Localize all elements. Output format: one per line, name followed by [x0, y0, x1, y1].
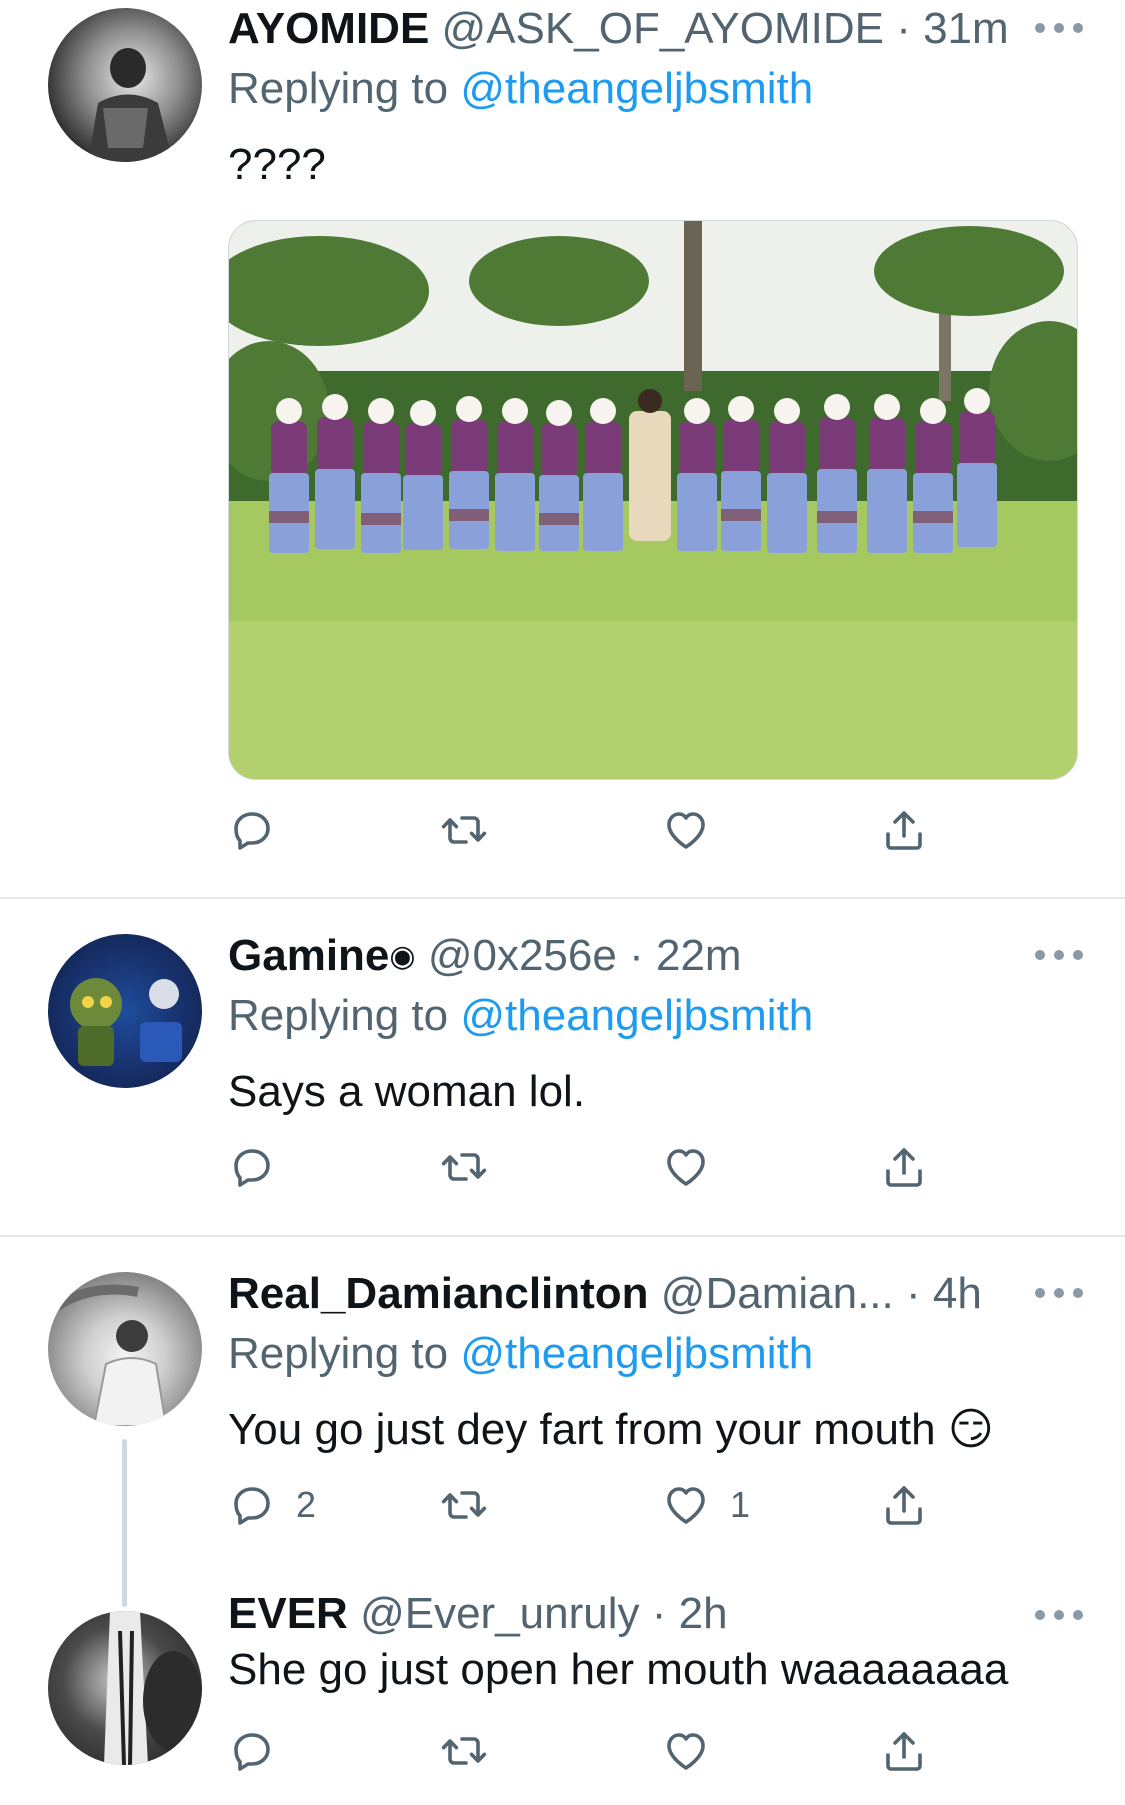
- user-handle[interactable]: @ASK_OF_AYOMIDE: [442, 4, 884, 53]
- retweet-button[interactable]: [440, 1721, 488, 1781]
- retweet-button[interactable]: [440, 1475, 488, 1535]
- reply-icon: [228, 806, 276, 854]
- avatar-image: [88, 48, 173, 162]
- reply-count: 2: [296, 1484, 317, 1525]
- tweet-header: Real_Damianclinton @Damian... · 4h: [228, 1265, 1085, 1323]
- tweet-text: You go just dey fart from your mouth 😏: [228, 1405, 994, 1454]
- tweet-actions: [228, 1721, 988, 1781]
- separator-dot: ·: [906, 1269, 921, 1318]
- heart-icon: [662, 806, 710, 854]
- tweet-text: She go just open her mouth waaaaaaaa: [228, 1645, 1009, 1694]
- replying-to: Replying to @theangeljbsmith: [228, 987, 813, 1045]
- avatar[interactable]: [48, 1272, 202, 1426]
- avatar[interactable]: [48, 8, 202, 162]
- reply-icon: [228, 1143, 276, 1191]
- reply-button[interactable]: [228, 1721, 296, 1781]
- heart-icon: [662, 1481, 710, 1529]
- avatar[interactable]: [48, 1611, 202, 1765]
- replying-to: Replying to @theangeljbsmith: [228, 60, 813, 118]
- share-icon: [880, 1481, 928, 1529]
- retweet-icon: [440, 1727, 488, 1775]
- separator-dot: ·: [651, 1589, 667, 1638]
- tweet-header: EVER @Ever_unruly · 2h: [228, 1585, 1085, 1643]
- display-name[interactable]: AYOMIDE: [228, 4, 429, 53]
- share-button[interactable]: [880, 1721, 928, 1781]
- replying-label: Replying to: [228, 1329, 449, 1378]
- avatar-image: [48, 1284, 168, 1426]
- display-name[interactable]: EVER: [228, 1589, 348, 1638]
- reply-button[interactable]: [228, 1137, 296, 1197]
- retweet-button[interactable]: [440, 800, 488, 860]
- separator-dot: ·: [896, 4, 911, 53]
- retweet-button[interactable]: [440, 1137, 488, 1197]
- more-icon[interactable]: [1035, 949, 1083, 961]
- reply-icon: [228, 1727, 276, 1775]
- avatar-image: [70, 978, 182, 1066]
- tweet-header: Gamine◉ @0x256e · 22m: [228, 927, 1085, 985]
- name-badge: ◉: [389, 940, 416, 973]
- reply-button[interactable]: 2: [228, 1475, 316, 1535]
- display-name[interactable]: Gamine: [228, 931, 389, 980]
- more-icon[interactable]: [1035, 1287, 1083, 1299]
- mention-link[interactable]: @theangeljbsmith: [460, 1329, 813, 1378]
- tweet-text: ????: [228, 140, 326, 189]
- user-handle[interactable]: @Damian...: [661, 1269, 894, 1318]
- user-handle[interactable]: @Ever_unruly: [360, 1589, 639, 1638]
- avatar-image: [104, 1611, 202, 1765]
- more-icon[interactable]: [1035, 1609, 1083, 1621]
- replying-label: Replying to: [228, 64, 449, 113]
- heart-icon: [662, 1727, 710, 1775]
- timestamp[interactable]: 31m: [923, 4, 1009, 53]
- mention-link[interactable]: @theangeljbsmith: [460, 991, 813, 1040]
- avatar[interactable]: [48, 934, 202, 1088]
- retweet-icon: [440, 1481, 488, 1529]
- tweet[interactable]: Gamine◉ @0x256e · 22m Replying to @thean…: [0, 899, 1125, 1235]
- tweet-text: Says a woman lol.: [228, 1067, 586, 1116]
- reply-icon: [228, 1481, 276, 1529]
- tweet-actions: [228, 1137, 988, 1197]
- tweet-actions: [228, 800, 988, 860]
- tweet-header: AYOMIDE @ASK_OF_AYOMIDE · 31m: [228, 0, 1085, 58]
- share-button[interactable]: [880, 1137, 928, 1197]
- more-icon[interactable]: [1035, 22, 1083, 34]
- replying-to: Replying to @theangeljbsmith: [228, 1325, 813, 1383]
- share-icon: [880, 1727, 928, 1775]
- retweet-icon: [440, 806, 488, 854]
- mention-link[interactable]: @theangeljbsmith: [460, 64, 813, 113]
- timestamp[interactable]: 2h: [679, 1589, 728, 1638]
- timestamp[interactable]: 22m: [656, 931, 742, 980]
- share-button[interactable]: [880, 1475, 928, 1535]
- share-icon: [880, 806, 928, 854]
- display-name[interactable]: Real_Damianclinton: [228, 1269, 649, 1318]
- reply-button[interactable]: [228, 800, 296, 860]
- heart-icon: [662, 1143, 710, 1191]
- separator-dot: ·: [629, 931, 644, 980]
- group-photo: [229, 221, 1077, 779]
- user-handle[interactable]: @0x256e: [428, 931, 617, 980]
- tweet-actions: 2 1: [228, 1475, 988, 1535]
- tweet[interactable]: AYOMIDE @ASK_OF_AYOMIDE · 31m Replying t…: [0, 0, 1125, 897]
- replying-label: Replying to: [228, 991, 449, 1040]
- share-button[interactable]: [880, 800, 928, 860]
- like-button[interactable]: [662, 1721, 730, 1781]
- timestamp[interactable]: 4h: [933, 1269, 982, 1318]
- tweet[interactable]: EVER @Ever_unruly · 2h She go just open …: [0, 1573, 1125, 1805]
- like-button[interactable]: [662, 800, 730, 860]
- tweet[interactable]: Real_Damianclinton @Damian... · 4h Reply…: [0, 1237, 1125, 1607]
- share-icon: [880, 1143, 928, 1191]
- like-button[interactable]: 1: [662, 1475, 750, 1535]
- like-count: 1: [730, 1484, 751, 1525]
- retweet-icon: [440, 1143, 488, 1191]
- like-button[interactable]: [662, 1137, 730, 1197]
- tweet-image[interactable]: [228, 220, 1078, 780]
